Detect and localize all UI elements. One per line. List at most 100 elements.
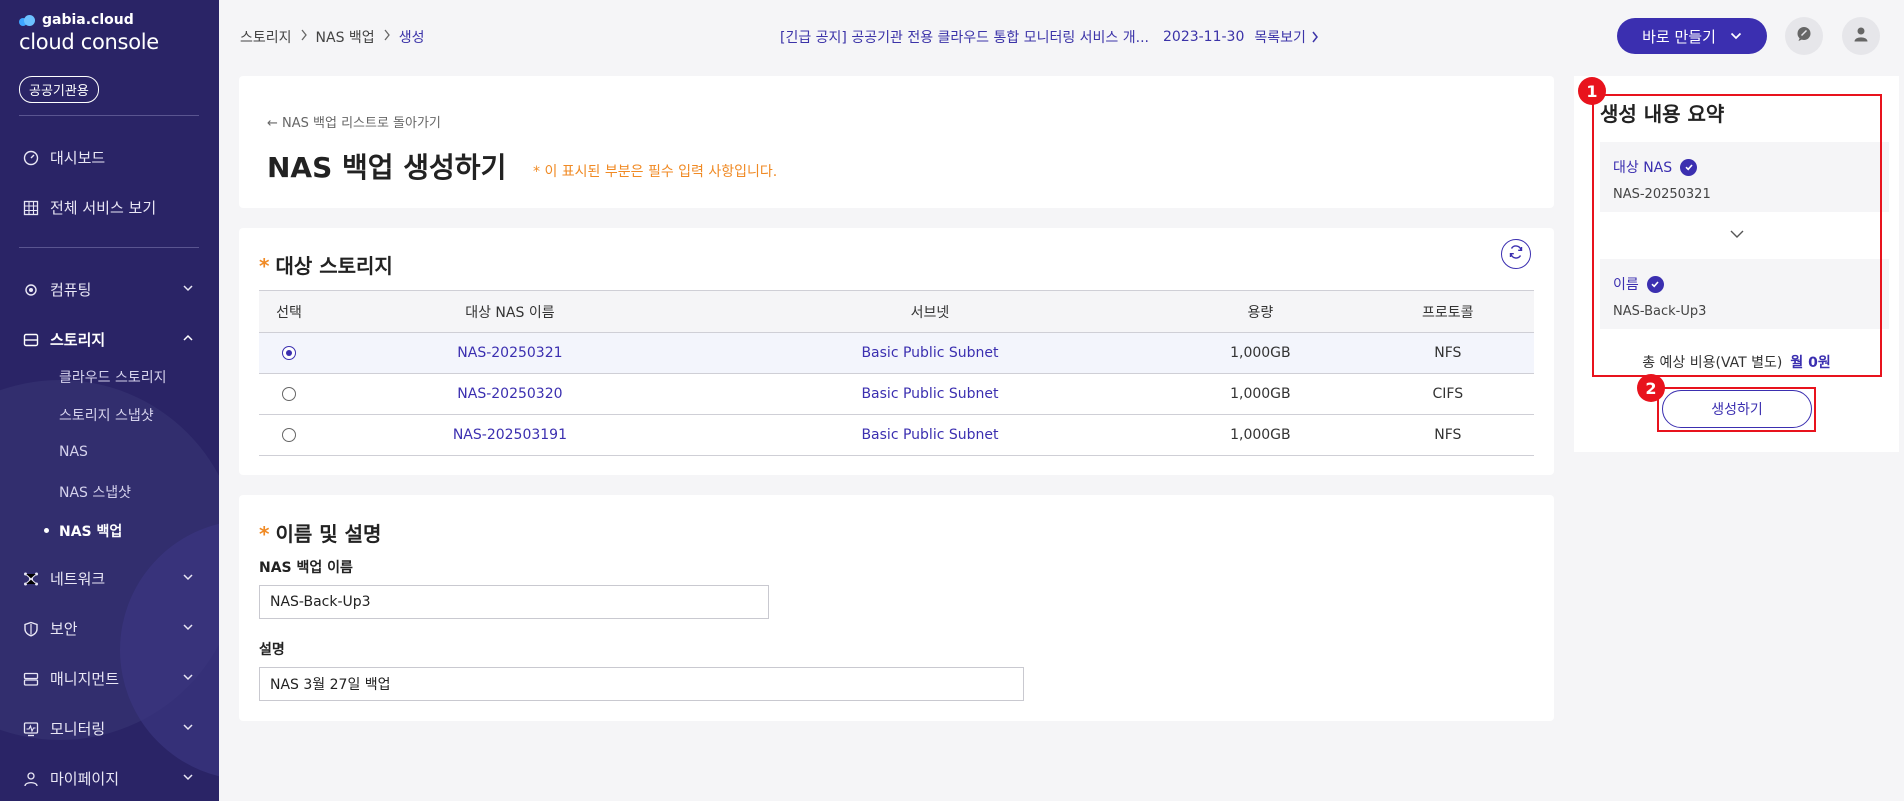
column-header: 서브넷 [700, 290, 1160, 333]
sidebar-item-security[interactable]: 보안 [22, 618, 200, 639]
sidebar-item-management[interactable]: 매니지먼트 [22, 668, 200, 689]
sidebar-divider [19, 247, 199, 248]
sidebar-item-monitoring[interactable]: 모니터링 [22, 718, 200, 739]
breadcrumb-storage[interactable]: 스토리지 [240, 27, 292, 47]
table-row[interactable]: NAS-202503191 Basic Public Subnet 1,000G… [259, 414, 1534, 456]
sidebar-item-label: 대시보드 [50, 149, 106, 167]
nas-name-cell[interactable]: NAS-202503191 [319, 414, 701, 456]
notice-list-label: 목록보기 [1254, 30, 1306, 46]
select-cell [259, 373, 319, 415]
column-header: 프로토콜 [1361, 290, 1534, 333]
sidebar-item-computing[interactable]: 컴퓨팅 [22, 279, 200, 300]
sidebar-item-label: 모니터링 [50, 720, 106, 738]
column-header: 대상 NAS 이름 [319, 290, 701, 333]
sidebar-item-all-services[interactable]: 전체 서비스 보기 [22, 197, 200, 218]
breadcrumb-current: 생성 [398, 30, 425, 46]
backup-name-input[interactable] [259, 585, 769, 619]
chevron-right-icon [383, 29, 391, 45]
column-header: 선택 [259, 290, 319, 333]
sidebar-subitem-cloud-storage[interactable]: 클라우드 스토리지 [59, 367, 167, 387]
chat-button[interactable] [1785, 17, 1823, 55]
select-cell [259, 414, 319, 456]
table-row[interactable]: NAS-20250320 Basic Public Subnet 1,000GB… [259, 373, 1534, 415]
page-title: NAS 백업 생성하기 [267, 151, 507, 184]
title-card: ← NAS 백업 리스트로 돌아가기 NAS 백업 생성하기 * 이 표시된 부… [239, 76, 1554, 208]
notice-list-link[interactable]: 목록보기 [1254, 27, 1319, 47]
sidebar-item-label: 스토리지 [50, 331, 106, 349]
required-star: * [259, 522, 270, 546]
sidebar-item-label: 보안 [50, 620, 78, 638]
sidebar-item-storage[interactable]: 스토리지 [22, 329, 200, 350]
nas-radio-button[interactable] [282, 428, 296, 442]
chevron-down-icon [182, 668, 194, 690]
section-title: * 대상 스토리지 [259, 250, 393, 279]
network-icon [22, 570, 40, 588]
notice-date: 2023-11-30 [1163, 29, 1245, 45]
sidebar-item-network[interactable]: 네트워크 [22, 568, 200, 589]
protocol-cell: NFS [1361, 332, 1534, 374]
description-label: 설명 [259, 642, 285, 658]
shield-icon [22, 620, 40, 638]
chevron-down-icon [182, 618, 194, 640]
sidebar-item-label: 마이페이지 [50, 770, 120, 788]
capacity-cell: 1,000GB [1159, 414, 1362, 456]
protocol-cell: NFS [1361, 414, 1534, 456]
sidebar-item-label: 전체 서비스 보기 [50, 199, 157, 217]
capacity-cell: 1,000GB [1159, 373, 1362, 415]
back-to-list-link[interactable]: ← NAS 백업 리스트로 돌아가기 [267, 112, 441, 131]
description-input[interactable] [259, 667, 1024, 701]
sidebar-item-label: 컴퓨팅 [50, 281, 92, 299]
storage-icon [22, 331, 40, 349]
section-title-text: 대상 스토리지 [275, 254, 393, 278]
grid-icon [22, 199, 40, 217]
required-note: * 이 표시된 부분은 필수 입력 사항입니다. [533, 164, 778, 180]
protocol-cell: CIFS [1361, 373, 1534, 415]
name-description-card: *이름 및 설명 NAS 백업 이름 설명 [239, 495, 1554, 721]
subnet-cell[interactable]: Basic Public Subnet [700, 332, 1160, 374]
column-header: 용량 [1159, 290, 1362, 333]
refresh-button[interactable] [1501, 239, 1531, 269]
sidebar-subitem-storage-snapshot[interactable]: 스토리지 스냅샷 [59, 405, 154, 425]
chevron-down-icon [182, 279, 194, 301]
subnet-cell[interactable]: Basic Public Subnet [700, 414, 1160, 456]
select-cell [259, 332, 319, 374]
profile-button[interactable] [1842, 17, 1880, 55]
chevron-down-icon [182, 718, 194, 740]
section-title-text: 이름 및 설명 [275, 522, 382, 546]
chat-icon [1795, 25, 1813, 47]
nas-name-cell[interactable]: NAS-20250321 [319, 332, 701, 374]
storage-table: 선택 대상 NAS 이름 서브넷 용량 프로토콜 NAS-20250321 Ba… [259, 290, 1534, 456]
brand-small-text: gabia.cloud [42, 12, 134, 28]
sidebar-item-label: 매니지먼트 [50, 670, 120, 688]
quick-create-button[interactable]: 바로 만들기 [1617, 18, 1767, 54]
sidebar-item-mypage[interactable]: 마이페이지 [22, 768, 200, 789]
brand-logo[interactable]: gabia.cloud cloud console [19, 12, 159, 54]
target-storage-card: * 대상 스토리지 선택 대상 NAS 이름 서브넷 용량 프로토콜 NAS-20… [239, 228, 1554, 475]
notice-banner: [긴급 공지] 공공기관 전용 클라우드 통합 모니터링 서비스 개... 20… [780, 27, 1319, 47]
nas-name-cell[interactable]: NAS-20250320 [319, 373, 701, 415]
chevron-right-icon [1311, 31, 1319, 43]
brand-large-text: cloud console [19, 30, 159, 54]
sidebar-item-label: 네트워크 [50, 570, 106, 588]
highlight-box-summary [1592, 94, 1882, 377]
sidebar-subitem-nas[interactable]: NAS [59, 444, 88, 460]
chevron-down-icon [182, 568, 194, 590]
gauge-icon [22, 149, 40, 167]
nas-radio-button[interactable] [282, 387, 296, 401]
chevron-up-icon [182, 329, 194, 351]
sidebar-subitem-nas-snapshot[interactable]: NAS 스냅샷 [59, 482, 131, 502]
refresh-icon [1508, 244, 1524, 264]
sidebar: gabia.cloud cloud console 공공기관용 대시보드 전체 … [0, 0, 219, 801]
sidebar-subitem-nas-backup[interactable]: NAS 백업 [43, 521, 122, 541]
chevron-down-icon [182, 768, 194, 790]
sidebar-divider [19, 115, 199, 116]
breadcrumb-nas-backup[interactable]: NAS 백업 [316, 27, 375, 47]
notice-text[interactable]: [긴급 공지] 공공기관 전용 클라우드 통합 모니터링 서비스 개... [780, 27, 1149, 47]
nas-radio-button[interactable] [282, 346, 296, 360]
chevron-right-icon [300, 29, 308, 45]
subnet-cell[interactable]: Basic Public Subnet [700, 373, 1160, 415]
monitor-icon [22, 720, 40, 738]
sidebar-item-dashboard[interactable]: 대시보드 [22, 147, 200, 168]
table-row[interactable]: NAS-20250321 Basic Public Subnet 1,000GB… [259, 332, 1534, 374]
table-header-row: 선택 대상 NAS 이름 서브넷 용량 프로토콜 [259, 290, 1534, 333]
